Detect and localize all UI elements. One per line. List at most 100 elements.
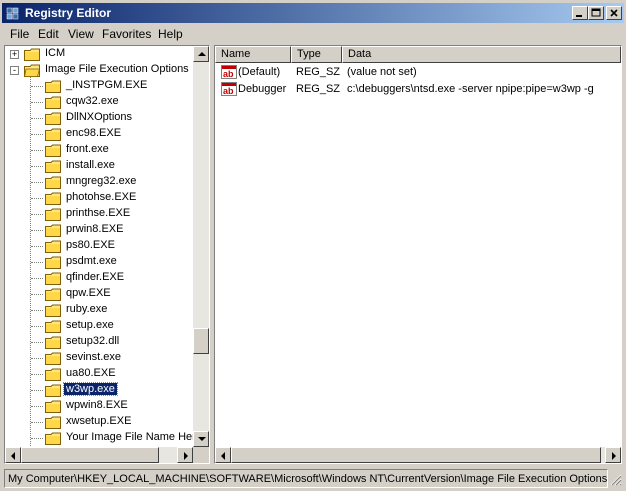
column-header-row: Name Type Data [215, 46, 621, 63]
tree-scroll-thumb[interactable] [193, 328, 209, 354]
status-bar: My Computer\HKEY_LOCAL_MACHINE\SOFTWARE\… [4, 469, 608, 488]
folder-icon [45, 96, 61, 109]
tree-node-install-exe[interactable]: install.exe [5, 158, 193, 174]
folder-icon [45, 224, 61, 237]
tree-node-setup32-dll[interactable]: setup32.dll [5, 334, 193, 350]
value-row-debugger[interactable]: ab Debugger REG_SZ c:\debuggers\ntsd.exe… [215, 81, 621, 98]
tree-node-label: Your Image File Name Here [66, 431, 193, 443]
tree-node-label: DllNXOptions [66, 111, 133, 123]
tree-node-dllnxoptions[interactable]: DllNXOptions [5, 110, 193, 126]
tree-node-enc98-exe[interactable]: enc98.EXE [5, 126, 193, 142]
tree-node-front-exe[interactable]: front.exe [5, 142, 193, 158]
values-list-panel[interactable]: Name Type Data ab (Default) REG_SZ (valu… [214, 45, 622, 464]
list-scroll-left-button[interactable] [215, 447, 231, 463]
tree-node-label: setup32.dll [66, 335, 120, 347]
value-data: c:\debuggers\ntsd.exe -server npipe:pipe… [347, 83, 594, 95]
column-header-data[interactable]: Data [342, 46, 621, 63]
tree-node-label: qpw.EXE [66, 287, 111, 299]
tree-node-xwsetup-exe[interactable]: xwsetup.EXE [5, 414, 193, 430]
value-row-default[interactable]: ab (Default) REG_SZ (value not set) [215, 64, 621, 81]
ab-string-icon: ab [221, 65, 237, 79]
tree-node-label: front.exe [66, 143, 109, 155]
folder-icon [45, 240, 61, 253]
open-folder-icon [24, 64, 40, 77]
folder-icon [45, 256, 61, 269]
menu-favorites[interactable]: Favorites [102, 27, 151, 41]
folder-icon [45, 352, 61, 365]
folder-icon [45, 336, 61, 349]
value-type: REG_SZ [296, 83, 341, 95]
tree-node-label: printhse.EXE [66, 207, 131, 219]
value-name: Debugger [238, 83, 287, 95]
tree-node-qpw-exe[interactable]: qpw.EXE [5, 286, 193, 302]
close-button[interactable] [606, 6, 622, 20]
folder-icon [45, 80, 61, 93]
menu-view[interactable]: View [68, 27, 94, 41]
resize-grip-icon[interactable] [610, 474, 622, 486]
tree-scroll-up-button[interactable] [193, 46, 209, 62]
tree-node-label: wpwin8.EXE [66, 399, 128, 411]
window-title: Registry Editor [25, 6, 112, 20]
tree-hscroll-thumb[interactable] [21, 447, 159, 463]
tree-node-label: install.exe [66, 159, 115, 171]
tree-node-label: Image File Execution Options [45, 63, 189, 75]
tree-node-icm[interactable]: + ICM [5, 46, 193, 62]
tree-node-image-file-execution-options[interactable]: - Image File Execution Options [5, 62, 193, 78]
title-bar[interactable]: Registry Editor [2, 3, 624, 23]
maximize-button[interactable] [588, 6, 604, 20]
tree-node-cqw32-exe[interactable]: cqw32.exe [5, 94, 193, 110]
tree-node-wpwin8-exe[interactable]: wpwin8.EXE [5, 398, 193, 414]
column-header-name[interactable]: Name [215, 46, 291, 63]
tree-node-ruby-exe[interactable]: ruby.exe [5, 302, 193, 318]
registry-editor-window: Registry Editor File Edit View Favorites… [0, 0, 626, 491]
tree-node-setup-exe[interactable]: setup.exe [5, 318, 193, 334]
tree-node-ua80-exe[interactable]: ua80.EXE [5, 366, 193, 382]
svg-text:ab: ab [223, 86, 234, 96]
folder-icon [45, 400, 61, 413]
tree-node-prwin8-exe[interactable]: prwin8.EXE [5, 222, 193, 238]
folder-icon [45, 416, 61, 429]
tree-node-printhse-exe[interactable]: printhse.EXE [5, 206, 193, 222]
tree-node-label: ruby.exe [66, 303, 108, 315]
tree-node-sevinst-exe[interactable]: sevinst.exe [5, 350, 193, 366]
menu-edit[interactable]: Edit [38, 27, 59, 41]
tree-node-label: qfinder.EXE [66, 271, 125, 283]
tree-node-photohse-exe[interactable]: photohse.EXE [5, 190, 193, 206]
tree-node-qfinder-exe[interactable]: qfinder.EXE [5, 270, 193, 286]
scrollbar-corner [193, 447, 209, 463]
key-tree-panel[interactable]: + ICM - Image File Execution Options _IN… [4, 45, 210, 464]
arrow-right-icon [184, 452, 188, 460]
tree-node-psdmt-exe[interactable]: psdmt.exe [5, 254, 193, 270]
arrow-left-icon [11, 452, 15, 460]
tree-node-label: w3wp.exe [63, 382, 118, 396]
list-scroll-right-button[interactable] [605, 447, 621, 463]
maximize-icon [591, 8, 601, 17]
tree-node-instpgm-exe[interactable]: _INSTPGM.EXE [5, 78, 193, 94]
folder-icon [45, 192, 61, 205]
menu-file[interactable]: File [10, 27, 29, 41]
tree-scroll-down-button[interactable] [193, 431, 209, 447]
tree-node-your-image-file-name-here[interactable]: Your Image File Name Here [5, 430, 193, 446]
menu-bar: File Edit View Favorites Help [2, 24, 624, 43]
tree-node-mngreg32-exe[interactable]: mngreg32.exe [5, 174, 193, 190]
column-header-type[interactable]: Type [291, 46, 342, 63]
key-tree[interactable]: + ICM - Image File Execution Options _IN… [5, 46, 193, 446]
tree-node-label: ua80.EXE [66, 367, 116, 379]
tree-node-ps80-exe[interactable]: ps80.EXE [5, 238, 193, 254]
folder-icon [45, 112, 61, 125]
tree-scroll-left-button[interactable] [5, 447, 21, 463]
tree-node-label: prwin8.EXE [66, 223, 124, 235]
collapse-icon[interactable]: - [10, 66, 19, 75]
list-hscroll-thumb[interactable] [231, 447, 601, 463]
tree-scroll-right-button[interactable] [177, 447, 193, 463]
tree-node-label: xwsetup.EXE [66, 415, 132, 427]
minimize-button[interactable] [572, 6, 588, 20]
tree-node-w3wp-exe[interactable]: w3wp.exe [5, 382, 193, 398]
tree-vertical-scrollbar[interactable] [193, 46, 209, 447]
folder-icon [45, 176, 61, 189]
expand-icon[interactable]: + [10, 50, 19, 59]
value-data: (value not set) [347, 66, 417, 78]
folder-icon [45, 144, 61, 157]
folder-icon [45, 208, 61, 221]
menu-help[interactable]: Help [158, 27, 183, 41]
